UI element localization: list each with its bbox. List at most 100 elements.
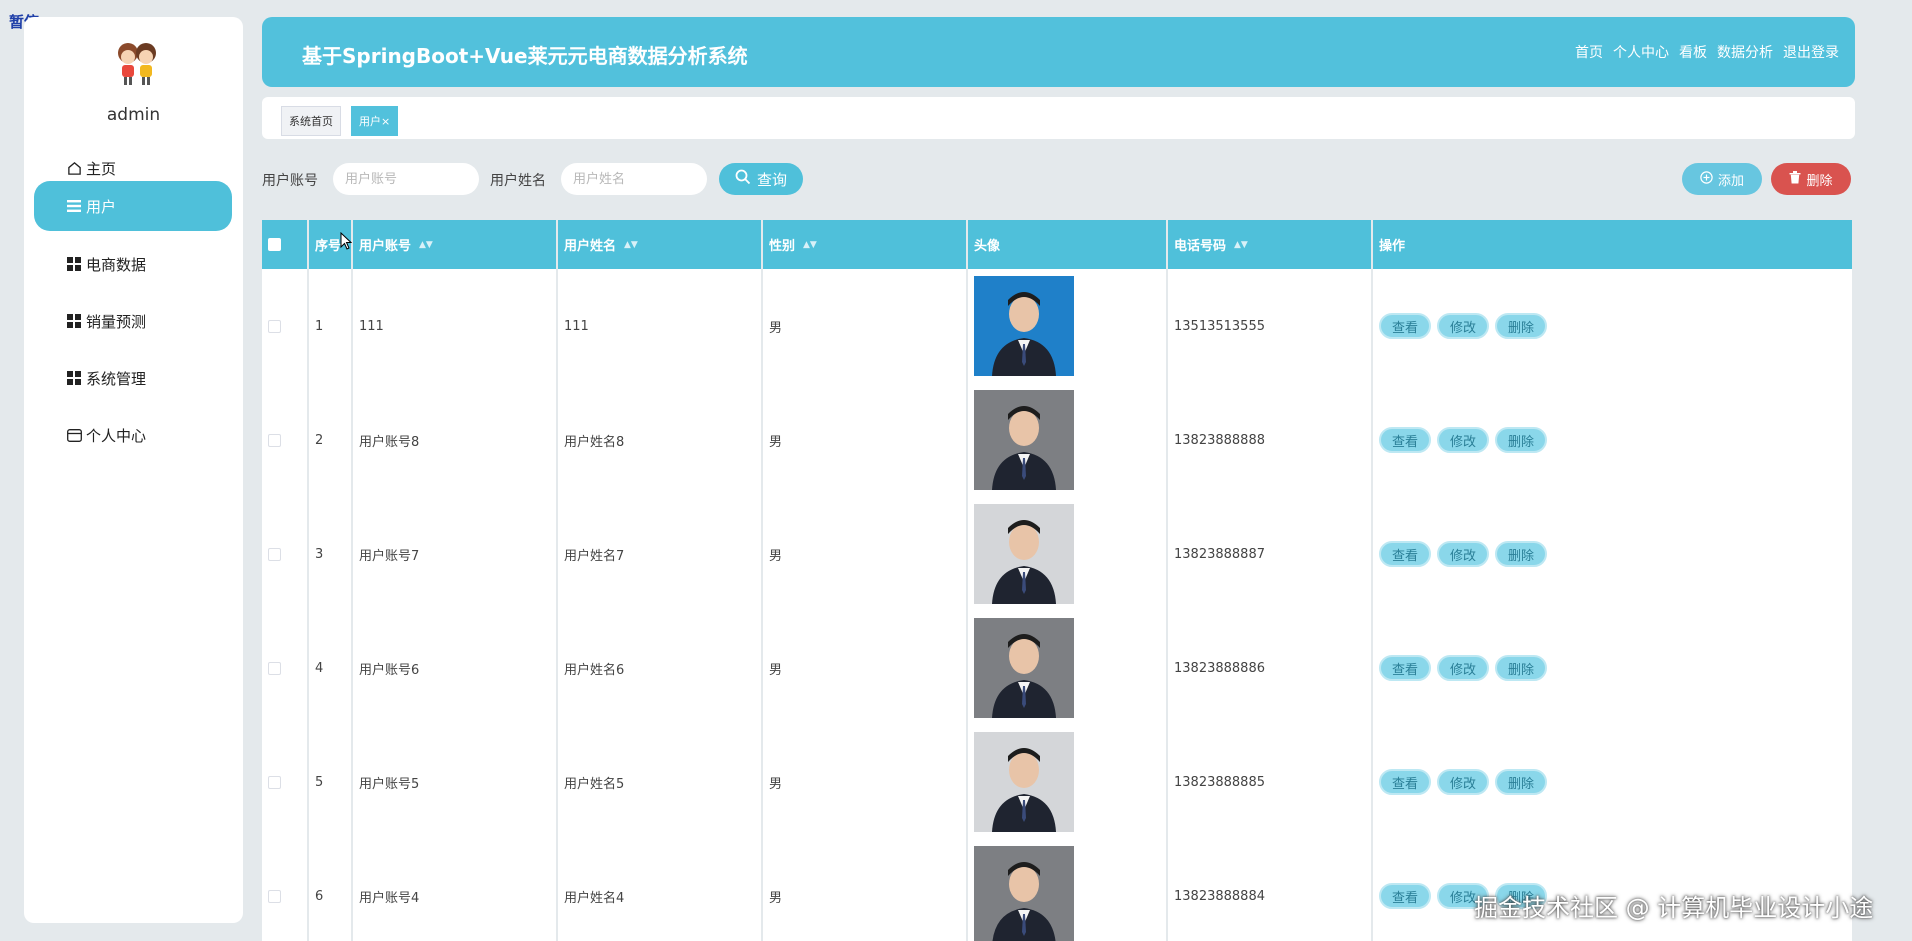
- account-cell: 用户账号7: [353, 497, 558, 611]
- sidebar-item-sales-forecast[interactable]: 销量预测: [34, 296, 232, 346]
- user-table: 序号 用户账号 ▲▼ 用户姓名 ▲▼ 性别 ▲▼ 头像 电话号码 ▲▼ 操作 1…: [262, 220, 1852, 941]
- view-button[interactable]: 查看: [1379, 769, 1432, 795]
- sidebar-item-personal-center[interactable]: 个人中心: [34, 410, 232, 460]
- edit-button[interactable]: 修改: [1437, 655, 1490, 681]
- name-cell: 111: [558, 269, 763, 383]
- delete-button[interactable]: 删除: [1495, 541, 1548, 567]
- name-search-input[interactable]: [561, 163, 707, 195]
- row-checkbox[interactable]: [268, 319, 281, 333]
- sort-icon[interactable]: ▲▼: [1234, 240, 1248, 250]
- header-link-logout[interactable]: 退出登录: [1783, 42, 1839, 62]
- user-avatar-photo[interactable]: [974, 846, 1074, 941]
- table-header: 序号 用户账号 ▲▼ 用户姓名 ▲▼ 性别 ▲▼ 头像 电话号码 ▲▼ 操作: [262, 220, 1852, 269]
- row-select-cell: [262, 269, 309, 383]
- add-button[interactable]: 添加: [1682, 163, 1762, 195]
- account-cell: 用户账号4: [353, 839, 558, 941]
- delete-button[interactable]: 删除: [1495, 427, 1548, 453]
- row-checkbox[interactable]: [268, 775, 281, 789]
- home-icon: [66, 160, 82, 176]
- name-cell: 用户姓名6: [558, 611, 763, 725]
- column-header-account[interactable]: 用户账号 ▲▼: [353, 220, 558, 269]
- edit-button[interactable]: 修改: [1437, 769, 1490, 795]
- avatar-cell: [968, 383, 1168, 497]
- sidebar-item-label: 用户: [86, 197, 117, 216]
- index-cell: 5: [309, 725, 353, 839]
- view-button[interactable]: 查看: [1379, 541, 1432, 567]
- phone-cell: 13823888888: [1168, 383, 1373, 497]
- select-all-checkbox[interactable]: [268, 238, 281, 251]
- user-avatar-photo[interactable]: [974, 618, 1074, 718]
- column-header-name[interactable]: 用户姓名 ▲▼: [558, 220, 763, 269]
- phone-cell: 13823888884: [1168, 839, 1373, 941]
- row-checkbox[interactable]: [268, 889, 281, 903]
- sidebar-item-system-management[interactable]: 系统管理: [34, 353, 232, 403]
- header-link-data-analysis[interactable]: 数据分析: [1717, 42, 1773, 62]
- view-button[interactable]: 查看: [1379, 883, 1432, 909]
- column-header-gender[interactable]: 性别 ▲▼: [763, 220, 968, 269]
- edit-button[interactable]: 修改: [1437, 427, 1490, 453]
- index-cell: 4: [309, 611, 353, 725]
- tab-users[interactable]: 用户×: [351, 106, 399, 136]
- table-row: 1 111 111 男 13513513555 查看 修改 删除: [262, 269, 1852, 383]
- grid-icon: [66, 256, 82, 272]
- trash-icon: [1789, 170, 1801, 188]
- tab-bar: 系统首页 用户×: [262, 97, 1855, 139]
- account-search-input[interactable]: [333, 163, 479, 195]
- query-button[interactable]: 查询: [719, 163, 803, 195]
- sidebar-item-label: 系统管理: [86, 369, 147, 388]
- delete-button[interactable]: 删除: [1495, 313, 1548, 339]
- header-link-dashboard[interactable]: 看板: [1679, 42, 1707, 62]
- account-cell: 111: [353, 269, 558, 383]
- view-button[interactable]: 查看: [1379, 655, 1432, 681]
- index-cell: 6: [309, 839, 353, 941]
- sidebar-item-users[interactable]: 用户: [34, 181, 232, 231]
- avatar-cell: [968, 497, 1168, 611]
- sort-icon[interactable]: ▲▼: [419, 240, 433, 250]
- column-header-phone[interactable]: 电话号码 ▲▼: [1168, 220, 1373, 269]
- app-title: 基于SpringBoot+Vue莱元元电商数据分析系统: [302, 44, 748, 68]
- header-link-home[interactable]: 首页: [1575, 42, 1603, 62]
- sidebar-item-ecommerce-data[interactable]: 电商数据: [34, 239, 232, 289]
- user-avatar-photo[interactable]: [974, 732, 1074, 832]
- name-cell: 用户姓名5: [558, 725, 763, 839]
- gender-cell: 男: [763, 383, 968, 497]
- row-checkbox[interactable]: [268, 547, 281, 561]
- column-header-label: 电话号码: [1174, 239, 1227, 254]
- gender-cell: 男: [763, 839, 968, 941]
- edit-button[interactable]: 修改: [1437, 541, 1490, 567]
- user-avatar-photo[interactable]: [974, 276, 1074, 376]
- user-avatar-photo[interactable]: [974, 390, 1074, 490]
- batch-delete-button[interactable]: 删除: [1771, 163, 1851, 195]
- grid-icon: [66, 370, 82, 386]
- row-checkbox[interactable]: [268, 661, 281, 675]
- row-select-cell: [262, 497, 309, 611]
- add-button-label: 添加: [1717, 173, 1744, 189]
- row-select-cell: [262, 839, 309, 941]
- delete-button[interactable]: 删除: [1495, 769, 1548, 795]
- card-icon: [66, 427, 82, 443]
- index-cell: 2: [309, 383, 353, 497]
- watermark: 掘金技术社区 @ 计算机毕业设计小途: [1474, 894, 1874, 922]
- tab-system-home[interactable]: 系统首页: [281, 106, 341, 136]
- header-link-personal-center[interactable]: 个人中心: [1613, 42, 1669, 62]
- user-avatar-photo[interactable]: [974, 504, 1074, 604]
- avatar: [114, 39, 160, 89]
- row-checkbox[interactable]: [268, 433, 281, 447]
- column-header-label: 用户账号: [359, 239, 412, 254]
- column-header-label: 操作: [1379, 239, 1406, 254]
- actions-cell: 查看 修改 删除: [1373, 269, 1852, 383]
- index-cell: 1: [309, 269, 353, 383]
- actions-cell: 查看 修改 删除: [1373, 497, 1852, 611]
- sidebar: admin 主页 用户 电商数据 销量预测 系统管理 个人中心: [24, 17, 243, 923]
- view-button[interactable]: 查看: [1379, 313, 1432, 339]
- sort-icon[interactable]: ▲▼: [803, 240, 817, 250]
- column-header-avatar: 头像: [968, 220, 1168, 269]
- delete-button[interactable]: 删除: [1495, 655, 1548, 681]
- avatar-cell: [968, 839, 1168, 941]
- gender-cell: 男: [763, 269, 968, 383]
- sort-icon[interactable]: ▲▼: [624, 240, 638, 250]
- view-button[interactable]: 查看: [1379, 427, 1432, 453]
- name-cell: 用户姓名7: [558, 497, 763, 611]
- edit-button[interactable]: 修改: [1437, 313, 1490, 339]
- table-row: 3 用户账号7 用户姓名7 男 13823888887 查看 修改 删除: [262, 497, 1852, 611]
